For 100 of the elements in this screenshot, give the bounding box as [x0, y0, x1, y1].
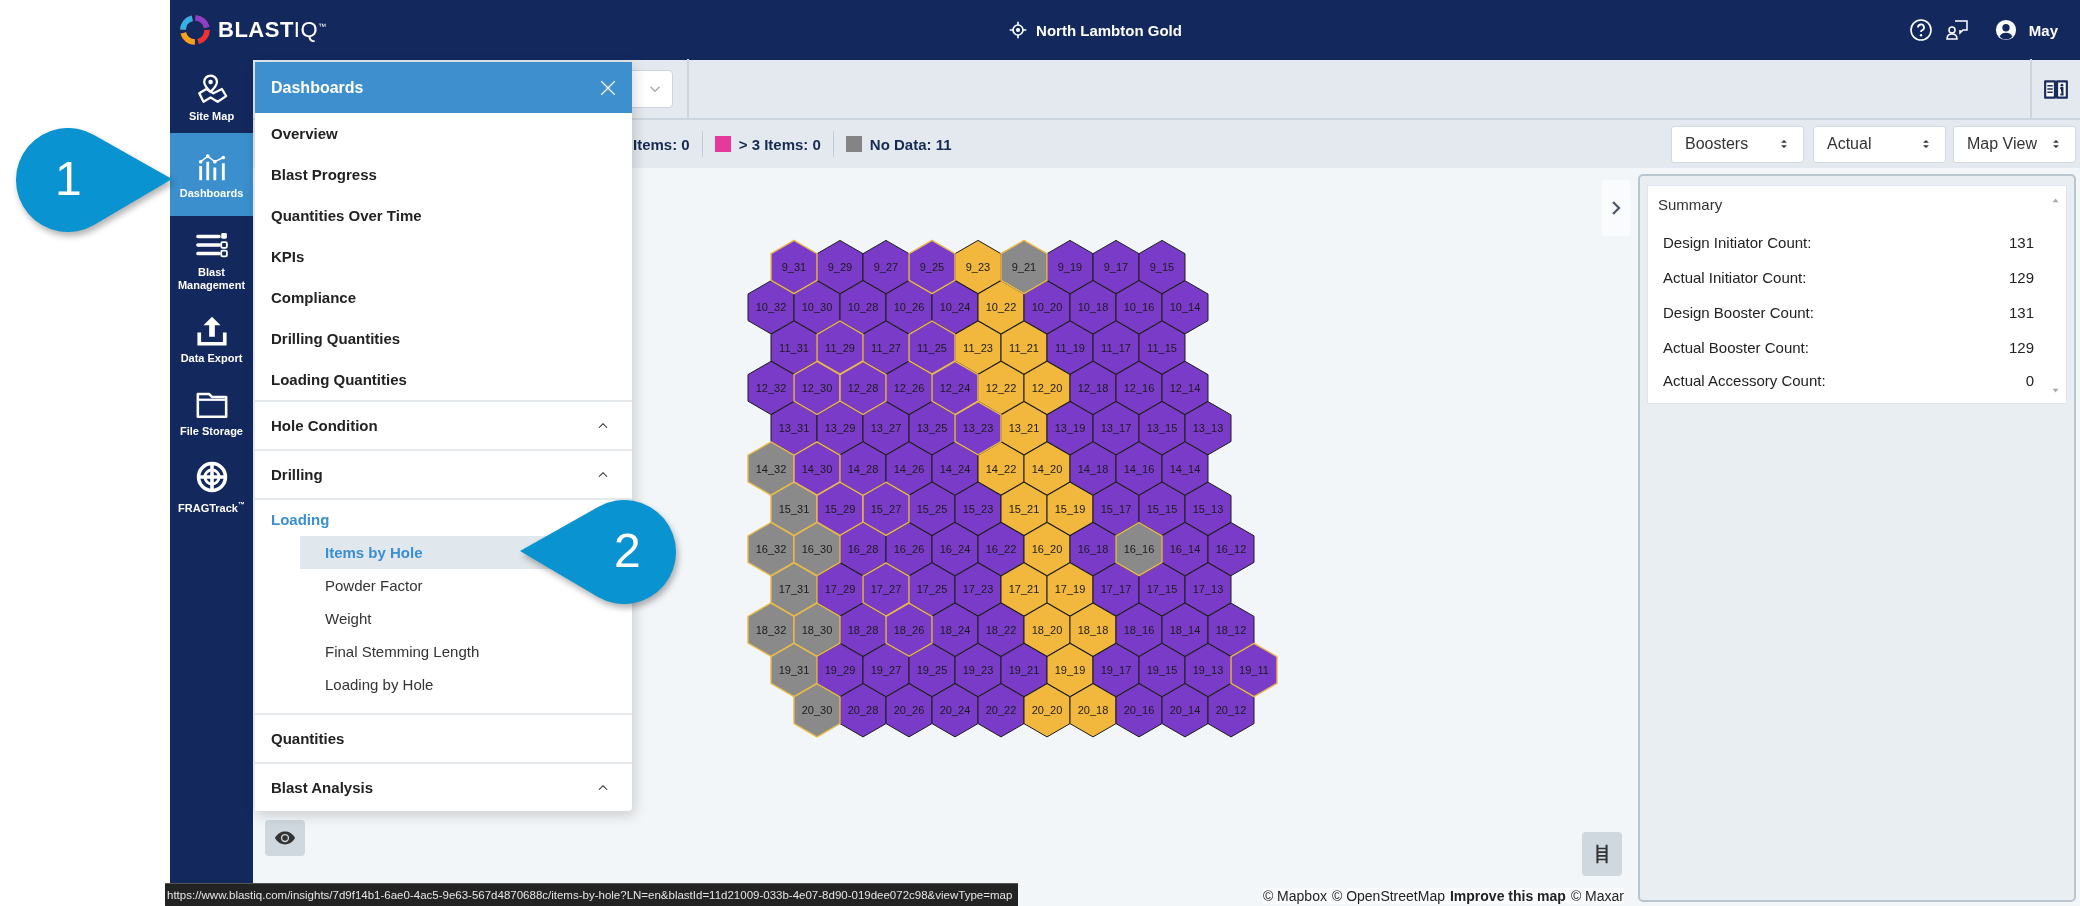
blast-hole-cell[interactable] [1184, 562, 1232, 617]
blast-hole-cell[interactable] [1184, 481, 1232, 536]
filter-select[interactable]: Actual [1813, 125, 1946, 163]
blast-hole-cell[interactable] [954, 481, 1002, 536]
blast-hole-cell[interactable] [1000, 320, 1048, 375]
user-name[interactable]: May [2028, 21, 2058, 39]
submenu-item[interactable]: Loading by Hole [300, 668, 632, 701]
blast-hole-cell[interactable] [1046, 320, 1094, 375]
blast-hole-cell[interactable] [1069, 602, 1117, 657]
blast-hole-cell[interactable] [1161, 280, 1209, 335]
blast-hole-cell[interactable] [954, 562, 1002, 617]
blast-hole-cell[interactable] [1046, 642, 1094, 698]
blast-hole-cell[interactable] [1138, 320, 1186, 375]
blast-hole-cell[interactable] [1092, 401, 1140, 456]
blast-hole-cell[interactable] [1023, 522, 1071, 577]
close-icon[interactable] [599, 78, 617, 97]
attribution-link[interactable]: Improve this map [1449, 888, 1566, 904]
blast-hole-cell[interactable] [1000, 481, 1048, 536]
legend-toggle-button[interactable] [1582, 832, 1622, 876]
blast-hole-cell[interactable] [1161, 683, 1209, 738]
project-name[interactable]: North Lambton Gold [1036, 21, 1182, 39]
blast-hole-cell[interactable] [1069, 360, 1117, 415]
blast-hole-cell[interactable] [1138, 562, 1186, 617]
sidebar-item[interactable]: Site Map [170, 60, 253, 133]
blast-hole-cell[interactable] [747, 360, 795, 415]
menu-item[interactable]: Blast Progress [255, 154, 632, 195]
menu-group[interactable]: Quantities [255, 715, 632, 762]
blast-hole-cell[interactable] [885, 441, 933, 496]
blast-hole-cell[interactable] [1207, 683, 1255, 738]
blast-hole-cell[interactable] [1115, 360, 1163, 415]
blast-hole-cell[interactable] [1000, 562, 1048, 617]
blast-hole-cell[interactable] [1161, 360, 1209, 415]
blast-hole-cell[interactable] [1092, 320, 1140, 375]
blast-hole-cell[interactable] [839, 683, 887, 738]
blast-hole-cell[interactable] [977, 522, 1025, 577]
menu-group[interactable]: Hole Condition [255, 402, 632, 449]
blast-hole-cell[interactable] [1000, 642, 1048, 698]
blast-hole-cell[interactable] [1092, 642, 1140, 698]
menu-item[interactable]: Compliance [255, 277, 632, 318]
blast-hole-cell[interactable] [1046, 401, 1094, 456]
blast-hole-cell[interactable] [770, 320, 818, 375]
blast-hole-cell[interactable] [1046, 481, 1094, 536]
blast-hole-cell[interactable] [977, 602, 1025, 657]
blast-hole-cell[interactable] [1184, 401, 1232, 456]
filter-select[interactable]: Map View [1953, 125, 2076, 163]
blast-hole-cell[interactable] [1207, 522, 1255, 577]
blast-hole-cell[interactable] [1138, 239, 1186, 295]
hole-label: 9_21 [1011, 261, 1037, 273]
blast-hole-cell[interactable] [1115, 602, 1163, 657]
blast-hole-cell[interactable] [1069, 441, 1117, 496]
blast-hole-cell[interactable] [1161, 602, 1209, 657]
user-avatar-icon[interactable] [1994, 19, 2017, 41]
blast-hole-cell[interactable] [977, 683, 1025, 738]
blast-hole-cell[interactable] [1115, 441, 1163, 496]
sidebar-item[interactable]: Blast Management [170, 216, 253, 302]
blast-hole-cell[interactable] [1023, 683, 1071, 738]
blast-hole-cell[interactable] [862, 239, 910, 295]
menu-item[interactable]: KPIs [255, 236, 632, 277]
blast-hole-cell[interactable] [1115, 683, 1163, 738]
attribution-link[interactable]: © Mapbox [1262, 888, 1327, 904]
filter-select[interactable]: Boosters [1671, 125, 1804, 163]
menu-group[interactable]: Blast Analysis [255, 764, 632, 811]
blast-hole-cell[interactable] [1069, 522, 1117, 577]
blast-hole-cell[interactable] [1092, 481, 1140, 536]
blast-hole-cell[interactable] [1161, 441, 1209, 496]
attribution-link[interactable]: © Maxar [1570, 888, 1624, 904]
menu-item[interactable]: Loading Quantities [255, 359, 632, 400]
sidebar-item[interactable]: FRAGTrack$^{™}$ [170, 448, 253, 525]
hole-label: 10_18 [1077, 301, 1109, 314]
sidebar-item[interactable]: File Storage [170, 375, 253, 448]
blast-hole-cell[interactable] [1092, 562, 1140, 617]
attribution-link[interactable]: © OpenStreetMap [1331, 888, 1445, 904]
blast-hole-cell[interactable] [1184, 642, 1232, 698]
collapse-panel-button[interactable] [1602, 180, 1630, 236]
menu-item[interactable]: Quantities Over Time [255, 195, 632, 236]
visibility-button[interactable] [265, 820, 305, 856]
blast-hole-cell[interactable] [1207, 602, 1255, 657]
blast-hole-cell[interactable] [931, 522, 979, 577]
blast-hole-cell[interactable] [1023, 441, 1071, 496]
submenu-item[interactable]: Weight [300, 602, 632, 635]
blast-hole-cell[interactable] [1092, 239, 1140, 295]
sidebar-item[interactable]: Data Export [170, 302, 253, 375]
support-chat-icon[interactable] [1944, 18, 1969, 42]
sidebar-item[interactable]: Dashboards [170, 133, 253, 216]
blast-hole-cell[interactable] [1023, 360, 1071, 415]
menu-item[interactable]: Overview [255, 113, 632, 154]
blast-hole-cell[interactable] [1138, 642, 1186, 698]
blast-hole-cell[interactable] [885, 683, 933, 738]
blast-hole-cell[interactable] [1138, 401, 1186, 456]
blast-hole-cell[interactable] [1069, 683, 1117, 738]
help-icon[interactable] [1908, 18, 1933, 42]
menu-item[interactable]: Drilling Quantities [255, 318, 632, 359]
menu-group[interactable]: Drilling [255, 451, 632, 498]
blast-hole-cell[interactable] [931, 683, 979, 738]
blast-hole-cell[interactable] [1138, 481, 1186, 536]
blast-hole-cell[interactable] [1115, 280, 1163, 335]
blast-hole-cell[interactable] [1069, 280, 1117, 335]
submenu-item[interactable]: Final Stemming Length [300, 635, 632, 668]
blast-hole-cell[interactable] [1046, 562, 1094, 617]
blast-hole-cell[interactable] [747, 280, 795, 335]
